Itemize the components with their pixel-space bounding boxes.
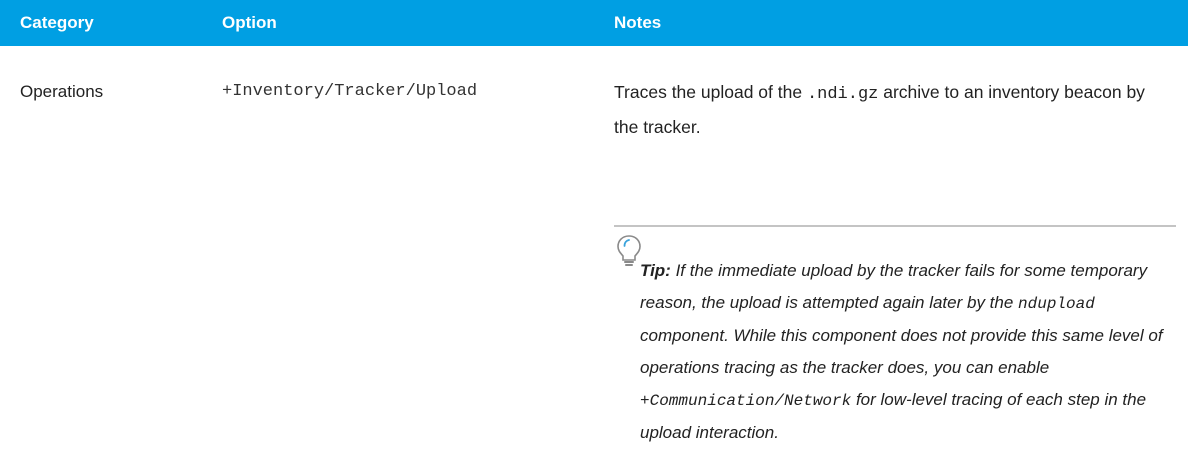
tip-code-network: +Communication/Network xyxy=(640,392,852,410)
notes-code: .ndi.gz xyxy=(806,85,879,104)
header-category: Category xyxy=(20,13,94,32)
table-header-row: Category Option Notes xyxy=(0,0,1188,46)
tip-code-ndupload: ndupload xyxy=(1018,295,1095,313)
tip-divider xyxy=(614,225,1176,227)
tip-text: Tip: If the immediate upload by the trac… xyxy=(640,255,1180,449)
tip-text-2: component. While this component does not… xyxy=(640,326,1163,377)
header-notes: Notes xyxy=(614,13,662,32)
header-option: Option xyxy=(222,13,277,32)
tip-label: Tip: xyxy=(640,261,671,280)
notes-text-1: Traces the upload of the xyxy=(614,82,807,102)
cell-category: Operations xyxy=(20,82,104,101)
lightbulb-icon xyxy=(617,235,641,266)
cell-option: +Inventory/Tracker/Upload xyxy=(222,82,478,101)
cell-notes: Traces the upload of the .ndi.gz archive… xyxy=(614,76,1174,143)
